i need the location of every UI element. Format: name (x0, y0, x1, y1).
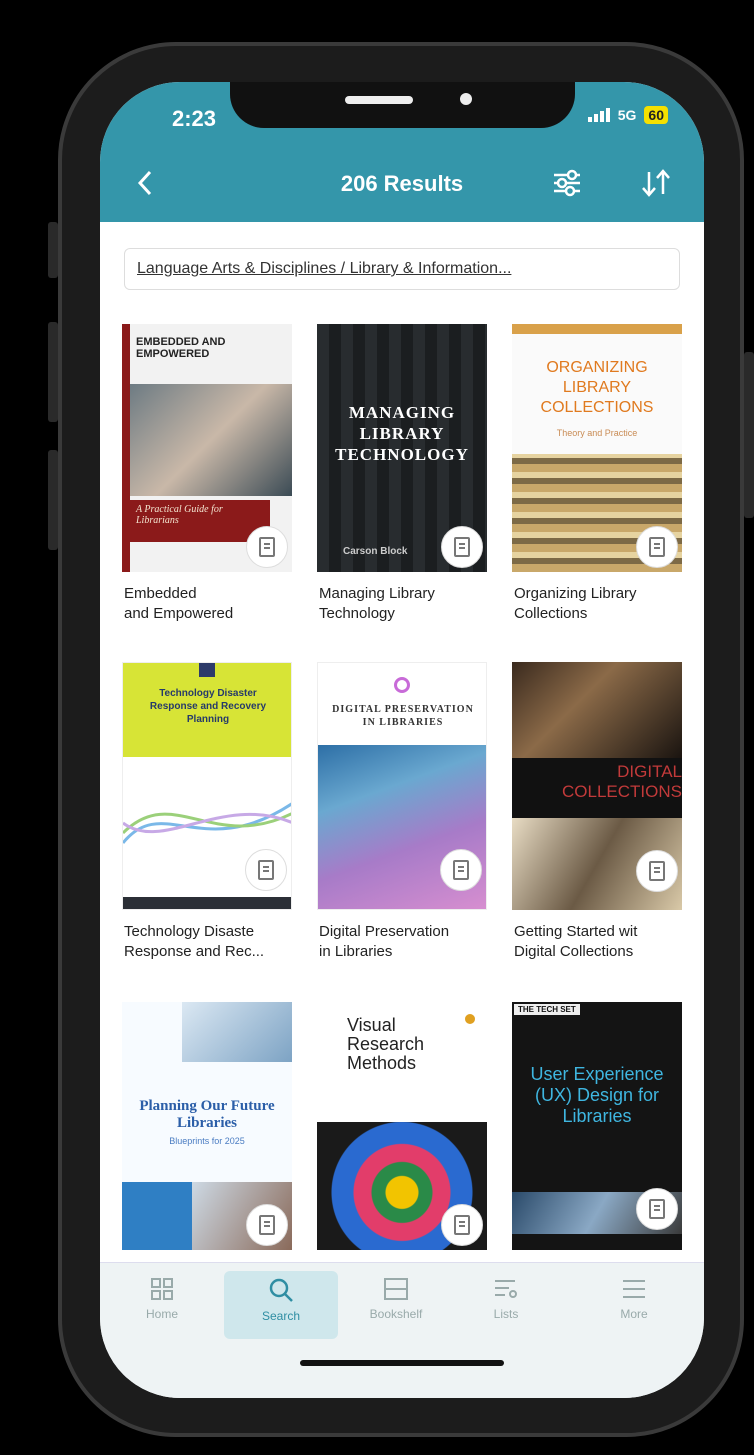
cover-title-text: Planning Our Future Libraries (139, 1098, 275, 1131)
document-icon (259, 1215, 275, 1235)
book-title-line1: Digital Preservation (319, 923, 450, 940)
category-breadcrumb[interactable]: Language Arts & Disciplines / Library & … (124, 248, 680, 290)
book-cover[interactable]: MANAGING LIBRARY TECHNOLOGY Carson Block (317, 324, 487, 572)
cover-subtitle-text: Theory and Practice (556, 428, 638, 438)
book-title[interactable]: Digital Preservation in Libraries (319, 922, 489, 962)
tab-label: Lists (493, 1307, 519, 1321)
book-cover[interactable]: Visual Research Methods (317, 1002, 487, 1250)
volume-up-button (48, 322, 58, 422)
cover-logo (394, 677, 410, 693)
search-icon (269, 1278, 293, 1302)
document-icon (453, 860, 469, 880)
tab-label: More (620, 1307, 648, 1321)
book-title[interactable]: Embedded and Empowered (124, 584, 294, 624)
tab-label: Home (145, 1307, 178, 1321)
app-screen: 2:23 5G 60 206 Results Language Arts & D… (100, 82, 704, 1398)
sort-arrows-icon[interactable] (638, 168, 674, 198)
book-title-line2: and Empowered (124, 605, 234, 622)
ebook-badge (440, 849, 482, 891)
results-title: 206 Results (340, 171, 464, 196)
status-indicators: 5G 60 (587, 106, 668, 124)
tab-label: Bookshelf (369, 1307, 423, 1321)
tab-home[interactable]: Home (112, 1271, 212, 1339)
book-cover[interactable]: Technology Disaster Response and Recover… (122, 662, 292, 910)
filter-sliders-icon[interactable] (552, 168, 582, 198)
ebook-badge (246, 526, 288, 568)
book-cover[interactable]: THE TECH SET User Experience (UX) Design… (512, 1002, 682, 1250)
book-title-line2: Collections (514, 605, 588, 622)
list-icon (495, 1280, 517, 1298)
home-indicator[interactable] (300, 1360, 504, 1366)
cover-subtitle-text: Blueprints for 2025 (169, 1136, 245, 1146)
document-icon (454, 537, 470, 557)
document-icon (454, 1215, 470, 1235)
cover-title-text: Technology Disaster Response and Recover… (149, 688, 267, 725)
bookshelf-icon (384, 1278, 408, 1300)
cover-title-text: DIGITAL PRESERVATION IN LIBRARIES (332, 704, 474, 728)
grid-icon (151, 1278, 173, 1300)
book-cover[interactable]: EMBEDDED AND EMPOWERED A Practical Guide… (122, 324, 292, 572)
tab-label: Search (261, 1309, 301, 1323)
speaker (345, 96, 413, 104)
book-title-line2: Technology (319, 605, 395, 622)
document-icon (259, 537, 275, 557)
tab-more[interactable]: More (584, 1271, 684, 1339)
cover-series-text: THE TECH SET (514, 1004, 580, 1015)
cover-title-text: ORGANIZING LIBRARY COLLECTIONS (540, 359, 654, 416)
book-title-line1: Embedded (124, 585, 197, 602)
cover-title-text: DIGITAL COLLECTIONS (562, 762, 682, 801)
book-title-line2: Response and Rec... (124, 943, 265, 960)
mute-switch (48, 222, 58, 278)
book-title-line1: Getting Started wit (514, 923, 638, 940)
document-icon (649, 861, 665, 881)
bottom-tab-bar: Home Search Bookshelf Lists More (100, 1262, 704, 1398)
book-title-line2: in Libraries (319, 943, 393, 960)
cover-title-text: EMBEDDED AND EMPOWERED (136, 336, 226, 360)
tab-bookshelf[interactable]: Bookshelf (346, 1271, 446, 1339)
ebook-badge (636, 1188, 678, 1230)
ebook-badge (441, 526, 483, 568)
ebook-badge (246, 1204, 288, 1246)
ebook-badge (636, 526, 678, 568)
book-title-line2: Digital Collections (514, 943, 634, 960)
book-cover[interactable]: ORGANIZING LIBRARY COLLECTIONS Theory an… (512, 324, 682, 572)
book-title-line1: Organizing Library (514, 585, 637, 602)
book-title[interactable]: Getting Started wit Digital Collections (514, 922, 684, 962)
volume-down-button (48, 450, 58, 550)
tab-lists[interactable]: Lists (456, 1271, 556, 1339)
book-title-line1: Technology Disaste (124, 923, 255, 940)
notch (230, 82, 575, 128)
signal-icon (587, 108, 610, 122)
cover-title-text: MANAGING LIBRARY TECHNOLOGY (335, 403, 469, 464)
status-time: 2:23 (172, 106, 217, 131)
book-title[interactable]: Technology Disaste Response and Rec... (124, 922, 294, 962)
document-icon (649, 1199, 665, 1219)
book-title-line1: Managing Library (319, 585, 435, 602)
book-title[interactable]: Managing Library Technology (319, 584, 489, 624)
menu-icon (623, 1280, 645, 1298)
camera (460, 93, 472, 105)
battery-badge: 60 (644, 106, 668, 124)
document-icon (649, 537, 665, 557)
power-button (744, 352, 754, 518)
cover-title-text: User Experience (UX) Design for Librarie… (530, 1064, 664, 1126)
ebook-badge (441, 1204, 483, 1246)
document-icon (258, 860, 274, 880)
tab-search[interactable]: Search (224, 1271, 338, 1339)
ebook-badge (245, 849, 287, 891)
book-cover[interactable]: Planning Our Future Libraries Blueprints… (122, 1002, 292, 1250)
cover-subtitle-text: A Practical Guide for Librarians (136, 504, 223, 526)
book-cover[interactable]: DIGITAL COLLECTIONS (512, 662, 682, 910)
cover-author-text: Carson Block (343, 546, 408, 557)
book-cover[interactable]: DIGITAL PRESERVATION IN LIBRARIES (317, 662, 487, 910)
book-title[interactable]: Organizing Library Collections (514, 584, 684, 624)
cover-title-text: Visual Research Methods (347, 1015, 425, 1073)
ebook-badge (636, 850, 678, 892)
network-label: 5G (617, 107, 637, 123)
